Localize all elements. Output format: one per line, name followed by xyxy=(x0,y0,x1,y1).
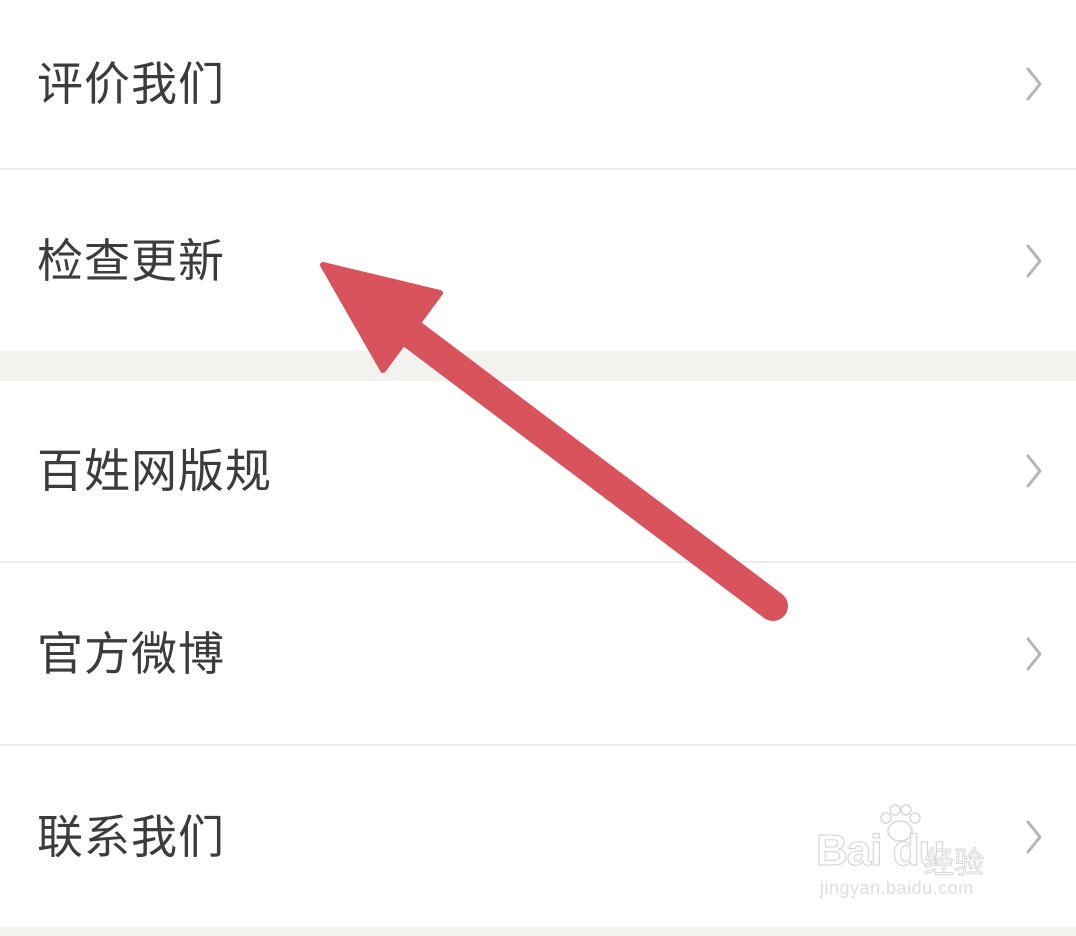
menu-item-label: 百姓网版规 xyxy=(37,444,272,498)
menu-item-label: 检查更新 xyxy=(37,233,225,288)
chevron-right-icon xyxy=(1026,637,1042,670)
menu-item-check-update[interactable]: 检查更新 xyxy=(0,170,1076,351)
menu-item-label: 联系我们 xyxy=(37,809,225,864)
menu-item-label: 评价我们 xyxy=(37,57,225,111)
watermark-url: jingyan.baidu.com xyxy=(820,878,974,898)
chevron-right-icon xyxy=(1026,67,1042,101)
menu-item-rate-us[interactable]: 评价我们 xyxy=(0,0,1076,168)
watermark: Bai du 经验 jingyan.baidu.com xyxy=(815,804,1016,912)
menu-item-site-rules[interactable]: 百姓网版规 xyxy=(0,381,1076,561)
chevron-right-icon xyxy=(1026,454,1042,488)
section-gap xyxy=(0,351,1076,381)
menu-item-official-weibo[interactable]: 官方微博 xyxy=(0,563,1076,744)
chevron-right-icon xyxy=(1026,820,1042,853)
menu-item-label: 官方微博 xyxy=(37,626,225,681)
chevron-right-icon xyxy=(1026,244,1042,277)
section-gap xyxy=(0,927,1076,936)
watermark-cn: 经验 xyxy=(924,846,985,882)
